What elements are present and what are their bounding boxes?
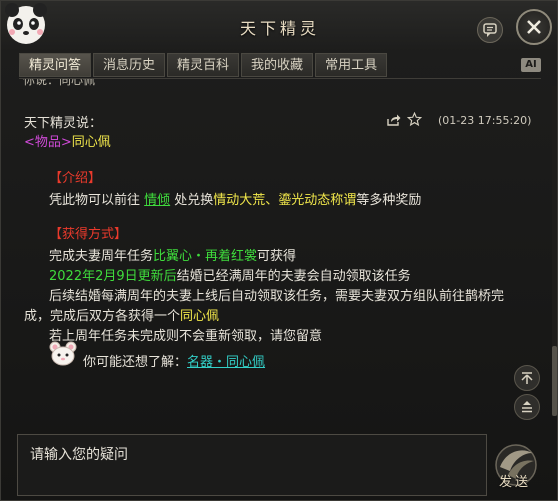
item-name[interactable]: 同心佩 xyxy=(72,135,111,150)
share-icon[interactable] xyxy=(386,113,401,127)
tab-spirit-encyclopedia[interactable]: 精灵百科 xyxy=(167,53,240,77)
obtain-line-1: 完成夫妻周年任务比翼心・再着红裳可获得 xyxy=(49,245,296,264)
title-bar: 天下精灵 xyxy=(1,1,558,49)
message-timestamp: (01-23 17:55:20) xyxy=(438,114,532,127)
obtain-heading: 【获得方式】 xyxy=(49,227,128,242)
intro-prefix: 凭此物可以前往 xyxy=(49,193,145,208)
item-title: <物品>同心佩 xyxy=(24,131,111,150)
star-icon[interactable] xyxy=(407,112,422,127)
item-tag: <物品> xyxy=(24,135,72,150)
intro-heading: 【介绍】 xyxy=(49,171,102,186)
close-button[interactable] xyxy=(516,9,552,45)
scrollbar-thumb[interactable] xyxy=(552,346,557,416)
close-icon xyxy=(527,20,541,34)
anniversary-task: 比翼心・再着红裳 xyxy=(153,249,258,264)
question-placeholder: 请输入您的疑问 xyxy=(30,447,128,463)
spirit-window: 天下精灵 精灵问答 消息历史 精灵百科 我的收藏 常用工具 AI 你说：同心佩 … xyxy=(0,0,558,501)
tab-my-favorites[interactable]: 我的收藏 xyxy=(241,53,314,77)
tab-spirit-qa[interactable]: 精灵问答 xyxy=(19,53,92,77)
npc-link[interactable]: 情倾 xyxy=(144,193,170,208)
obtain-line-5: 若上周年任务未完成则不会重新领取，请您留意 xyxy=(49,329,323,344)
intro-middle: 处兑换 xyxy=(170,193,214,208)
previous-user-message: 你说：同心佩 xyxy=(23,79,96,87)
window-title: 天下精灵 xyxy=(239,19,320,38)
obtain-line4-prefix: 成，完成后双方各获得一个 xyxy=(24,309,181,324)
mascot-icon xyxy=(49,341,77,366)
intro-suffix: 等多种奖励 xyxy=(356,193,422,208)
obtain-line-2: 2022年2月9日更新后结婚已经满周年的夫妻会自动领取该任务 xyxy=(49,265,411,284)
message-sender: 天下精灵说： xyxy=(24,116,103,131)
scroll-top-icon xyxy=(521,372,533,384)
chat-button[interactable] xyxy=(477,17,503,43)
obtain-line-3: 后续结婚每满周年的夫妻上线后自动领取该任务，需要夫妻双方组队前往鹊桥完 xyxy=(49,289,505,304)
tab-message-history[interactable]: 消息历史 xyxy=(93,53,166,77)
obtain-line1-prefix: 完成夫妻周年任务 xyxy=(49,249,154,264)
chat-bubble-icon xyxy=(483,23,497,37)
reward-item: 同心佩 xyxy=(180,309,220,324)
tab-common-tools[interactable]: 常用工具 xyxy=(315,53,388,77)
scroll-bottom-button[interactable] xyxy=(514,394,540,420)
obtain-line2-rest: 结婚已经满周年的夫妻会自动领取该任务 xyxy=(176,269,411,284)
scroll-top-button[interactable] xyxy=(514,365,540,391)
update-date: 2022年2月9日更新后 xyxy=(49,269,177,284)
send-label: 发送 xyxy=(499,475,532,490)
scroll-bottom-icon xyxy=(522,401,532,413)
suggestion-prefix: 你可能还想了解： xyxy=(83,355,188,370)
ai-badge[interactable]: AI xyxy=(521,58,541,72)
suggestion-line: 你可能还想了解：名器・同心佩 xyxy=(83,351,265,370)
question-input[interactable]: 请输入您的疑问 xyxy=(17,434,487,496)
tab-bar: 精灵问答 消息历史 精灵百科 我的收藏 常用工具 xyxy=(19,53,389,77)
intro-text: 凭此物可以前往 情倾 处兑换情动大荒、鎏光动态称谓等多种奖励 xyxy=(49,189,421,208)
obtain-line1-suffix: 可获得 xyxy=(257,249,297,264)
suggestion-link[interactable]: 名器・同心佩 xyxy=(187,355,265,370)
chat-log: 你说：同心佩 天下精灵说： (01-23 17:55:20) <物品>同心佩 【… xyxy=(19,79,533,381)
intro-rewards: 情动大荒、鎏光动态称谓 xyxy=(213,193,357,208)
obtain-line-4: 成，完成后双方各获得一个同心佩 xyxy=(24,305,219,324)
